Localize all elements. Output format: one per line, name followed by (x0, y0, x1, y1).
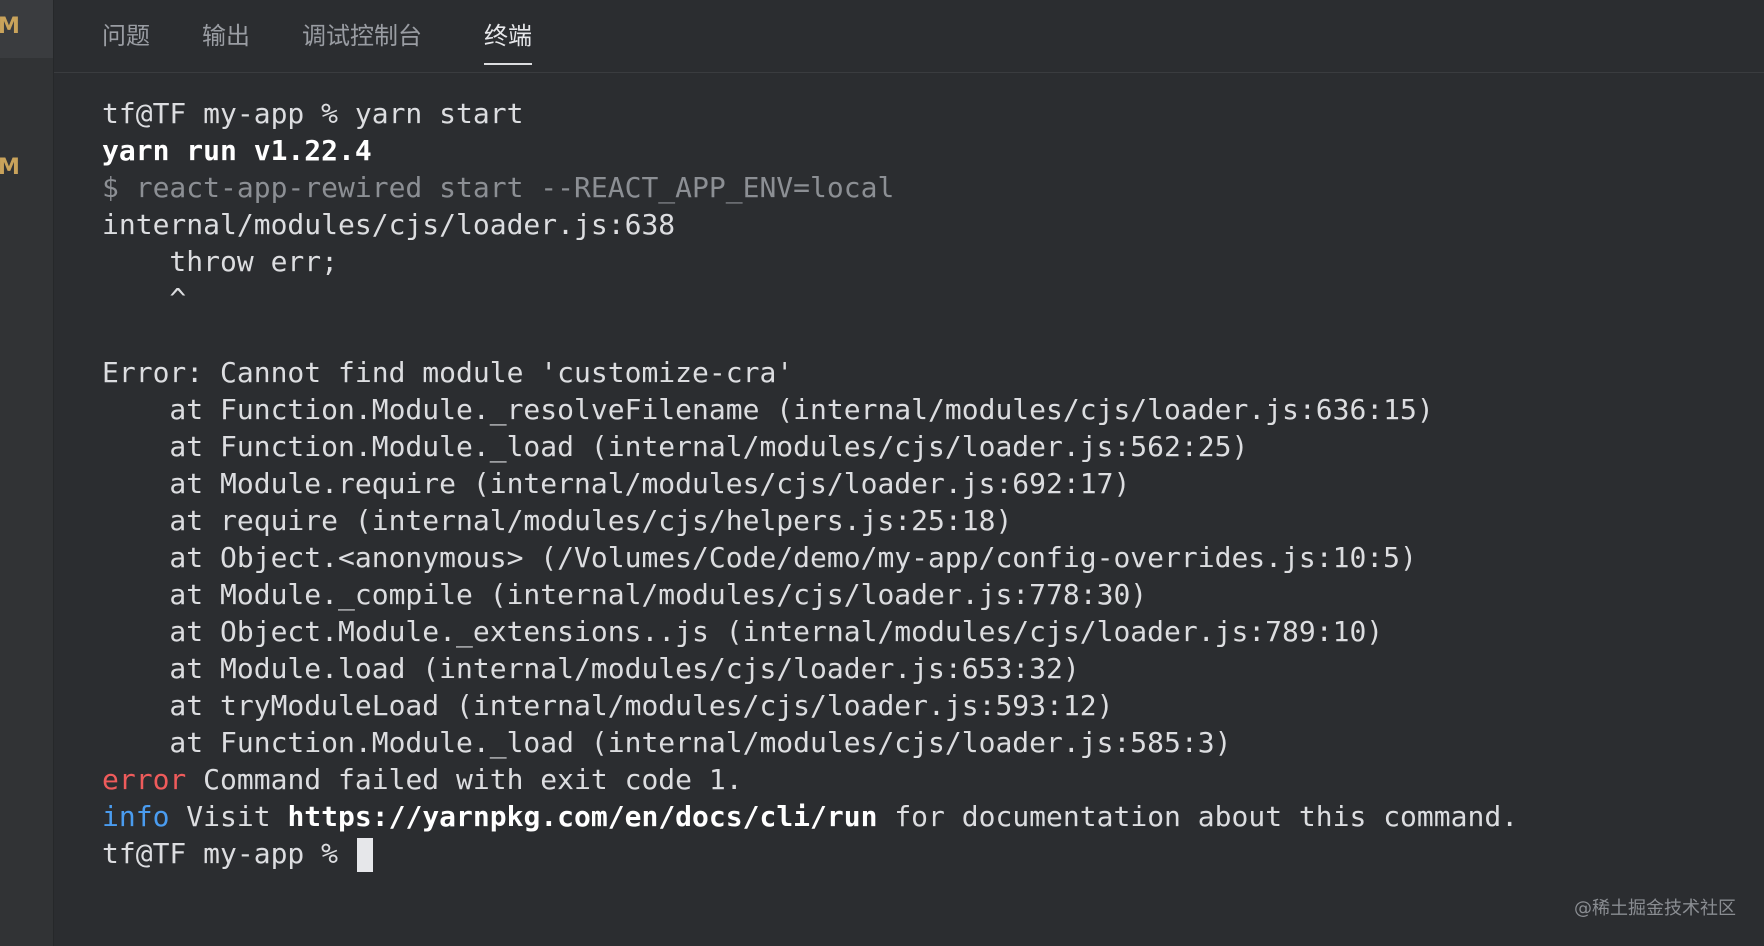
tab-problems[interactable]: 问题 (102, 16, 150, 63)
terminal-line: at Function.Module._load (internal/modul… (102, 430, 1249, 463)
info-post: for documentation about this command. (877, 800, 1519, 833)
tab-terminal[interactable]: 终端 (484, 16, 532, 65)
error-message: Command failed with exit code 1. (186, 763, 743, 796)
info-pre: Visit (169, 800, 288, 833)
terminal-line: ^ (102, 282, 187, 315)
terminal-line: yarn run v1.22.4 (102, 134, 372, 167)
info-tag: info (102, 800, 170, 833)
panel-tab-bar: 问题 输出 调试控制台 终端 (54, 0, 1764, 73)
tab-debug-console[interactable]: 调试控制台 (302, 16, 422, 63)
side-gutter: M M (0, 0, 54, 946)
terminal-lines: tf@TF my-app % yarn start yarn run v1.22… (102, 95, 1518, 872)
terminal-line: tf@TF my-app % yarn start (102, 97, 524, 130)
watermark: @稀土掘金技术社区 (1574, 898, 1736, 919)
info-line: info Visit https://yarnpkg.com/en/docs/c… (102, 798, 1518, 835)
terminal-output[interactable]: tf@TF my-app % yarn start yarn run v1.22… (54, 73, 1764, 946)
terminal-line: throw err; (102, 245, 339, 278)
text-cursor (356, 838, 373, 872)
terminal-line: at Object.Module._extensions..js (intern… (102, 615, 1384, 648)
error-line: error Command failed with exit code 1. (102, 761, 1518, 798)
modified-marker: M (0, 14, 20, 39)
terminal-line: at Function.Module._load (internal/modul… (102, 726, 1232, 759)
modified-marker: M (0, 155, 20, 180)
ide-terminal-panel: M M 问题 输出 调试控制台 终端 tf@TF my-app % yarn s… (0, 0, 1764, 946)
shell-prompt: tf@TF my-app % (102, 837, 355, 870)
terminal-line: at tryModuleLoad (internal/modules/cjs/l… (102, 689, 1114, 722)
error-tag: error (102, 763, 187, 796)
terminal-line: internal/modules/cjs/loader.js:638 (102, 208, 676, 241)
terminal-line: at Module.require (internal/modules/cjs/… (102, 467, 1131, 500)
terminal-line: at require (internal/modules/cjs/helpers… (102, 504, 1013, 537)
terminal-line: Error: Cannot find module 'customize-cra… (102, 356, 794, 389)
terminal-line: $ react-app-rewired start --REACT_APP_EN… (102, 171, 895, 204)
terminal-line: at Object.<anonymous> (/Volumes/Code/dem… (102, 541, 1417, 574)
docs-link[interactable]: https://yarnpkg.com/en/docs/cli/run (287, 800, 877, 833)
terminal-line: at Module.load (internal/modules/cjs/loa… (102, 652, 1080, 685)
prompt-line[interactable]: tf@TF my-app % (102, 835, 1518, 872)
terminal-line: at Module._compile (internal/modules/cjs… (102, 578, 1148, 611)
terminal-line: at Function.Module._resolveFilename (int… (102, 393, 1434, 426)
tab-output[interactable]: 输出 (202, 16, 250, 63)
